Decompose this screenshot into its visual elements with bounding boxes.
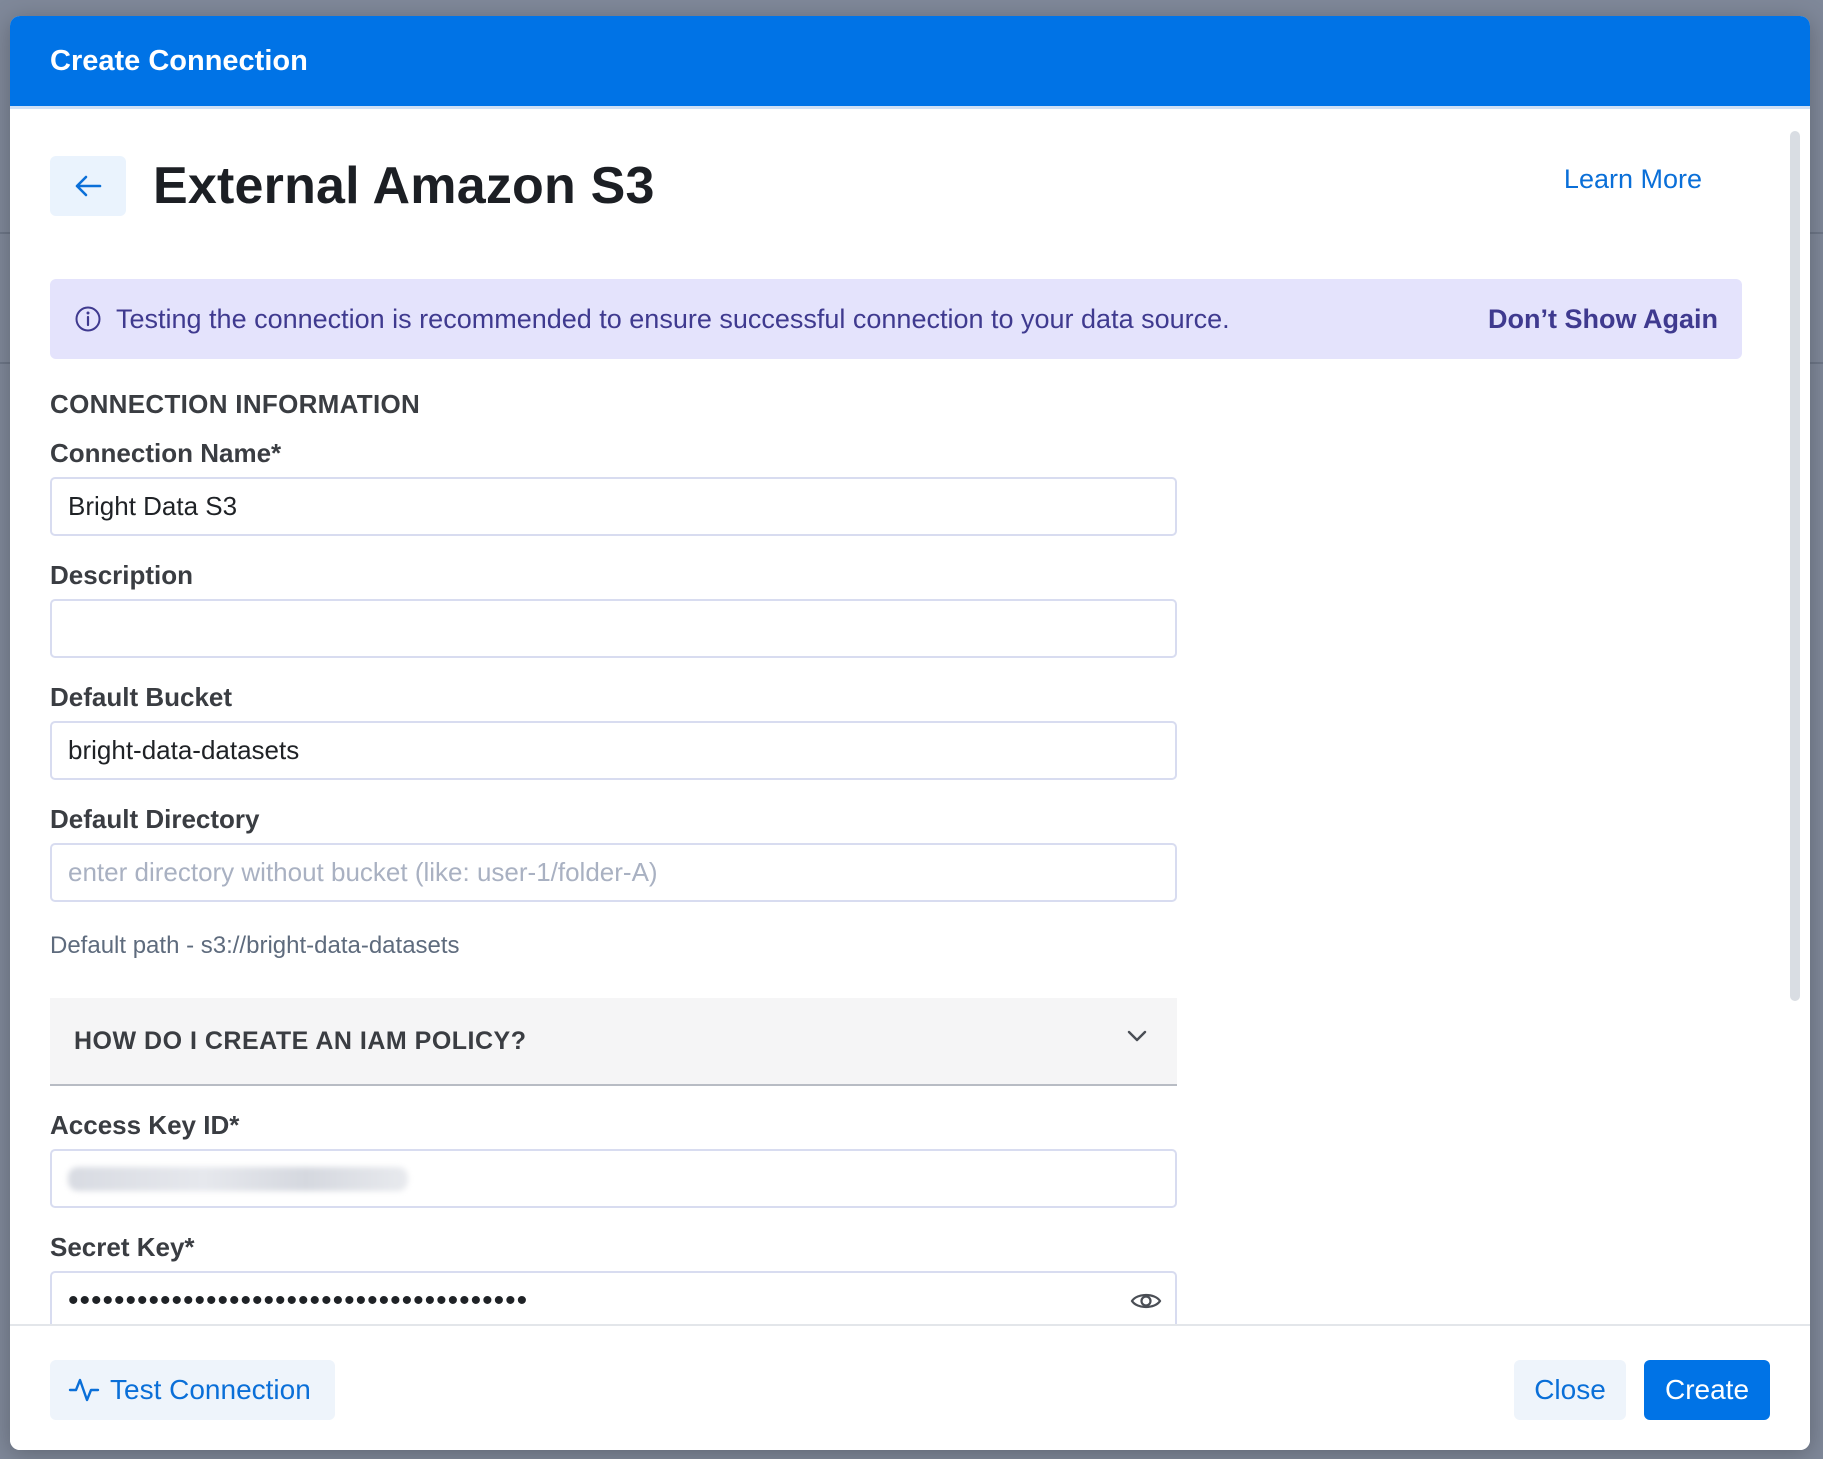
title-row: External Amazon S3 Learn More [50,109,1750,263]
connection-name-input[interactable]: Bright Data S3 [50,477,1177,536]
description-label: Description [50,560,194,590]
modal-header-title: Create Connection [50,44,308,77]
create-button[interactable]: Create [1644,1360,1770,1420]
modal-body: External Amazon S3 Learn More Testing th… [10,109,1790,1339]
activity-icon [68,1378,100,1402]
description-input[interactable] [50,599,1177,658]
secret-key-input[interactable]: •••••••••••••••••••••••••••••••••••••••• [50,1271,1177,1330]
redacted-value [68,1166,408,1191]
close-button[interactable]: Close [1514,1360,1626,1420]
default-bucket-value: bright-data-datasets [68,735,300,765]
scrollbar-thumb[interactable] [1790,131,1800,1001]
section-title: CONNECTION INFORMATION [50,389,421,419]
modal-footer: Test Connection Close Create [10,1324,1810,1450]
create-connection-modal: Create Connection External Amazon S3 Lea… [10,16,1810,1450]
info-banner: Testing the connection is recommended to… [50,279,1742,359]
chevron-down-icon [1127,1030,1147,1042]
info-circle-icon [75,306,101,332]
test-connection-button[interactable]: Test Connection [50,1360,335,1420]
default-directory-input[interactable]: enter directory without bucket (like: us… [50,843,1177,902]
accordion-label: HOW DO I CREATE AN IAM POLICY? [74,1026,527,1055]
test-connection-label: Test Connection [110,1374,311,1405]
iam-policy-accordion[interactable]: HOW DO I CREATE AN IAM POLICY? [50,998,1177,1086]
default-bucket-label: Default Bucket [50,682,233,712]
banner-message: Testing the connection is recommended to… [116,303,1230,334]
modal-header: Create Connection [10,16,1810,106]
access-key-id-input[interactable] [50,1149,1177,1208]
secret-key-value: •••••••••••••••••••••••••••••••••••••••• [68,1283,529,1317]
access-key-id-label: Access Key ID* [50,1110,240,1140]
default-path-helper: Default path - s3://bright-data-datasets [50,932,460,959]
default-directory-label: Default Directory [50,804,260,834]
learn-more-link[interactable]: Learn More [1564,164,1702,195]
default-directory-placeholder: enter directory without bucket (like: us… [68,857,658,887]
back-button[interactable] [50,156,126,216]
arrow-left-icon [75,175,102,197]
eye-icon[interactable] [1129,1287,1163,1315]
connection-name-label: Connection Name* [50,438,282,468]
connection-name-value: Bright Data S3 [68,491,238,521]
default-bucket-input[interactable]: bright-data-datasets [50,721,1177,780]
secret-key-label: Secret Key* [50,1232,195,1262]
dont-show-again-button[interactable]: Don’t Show Again [1488,304,1718,335]
page-title: External Amazon S3 [153,157,655,215]
